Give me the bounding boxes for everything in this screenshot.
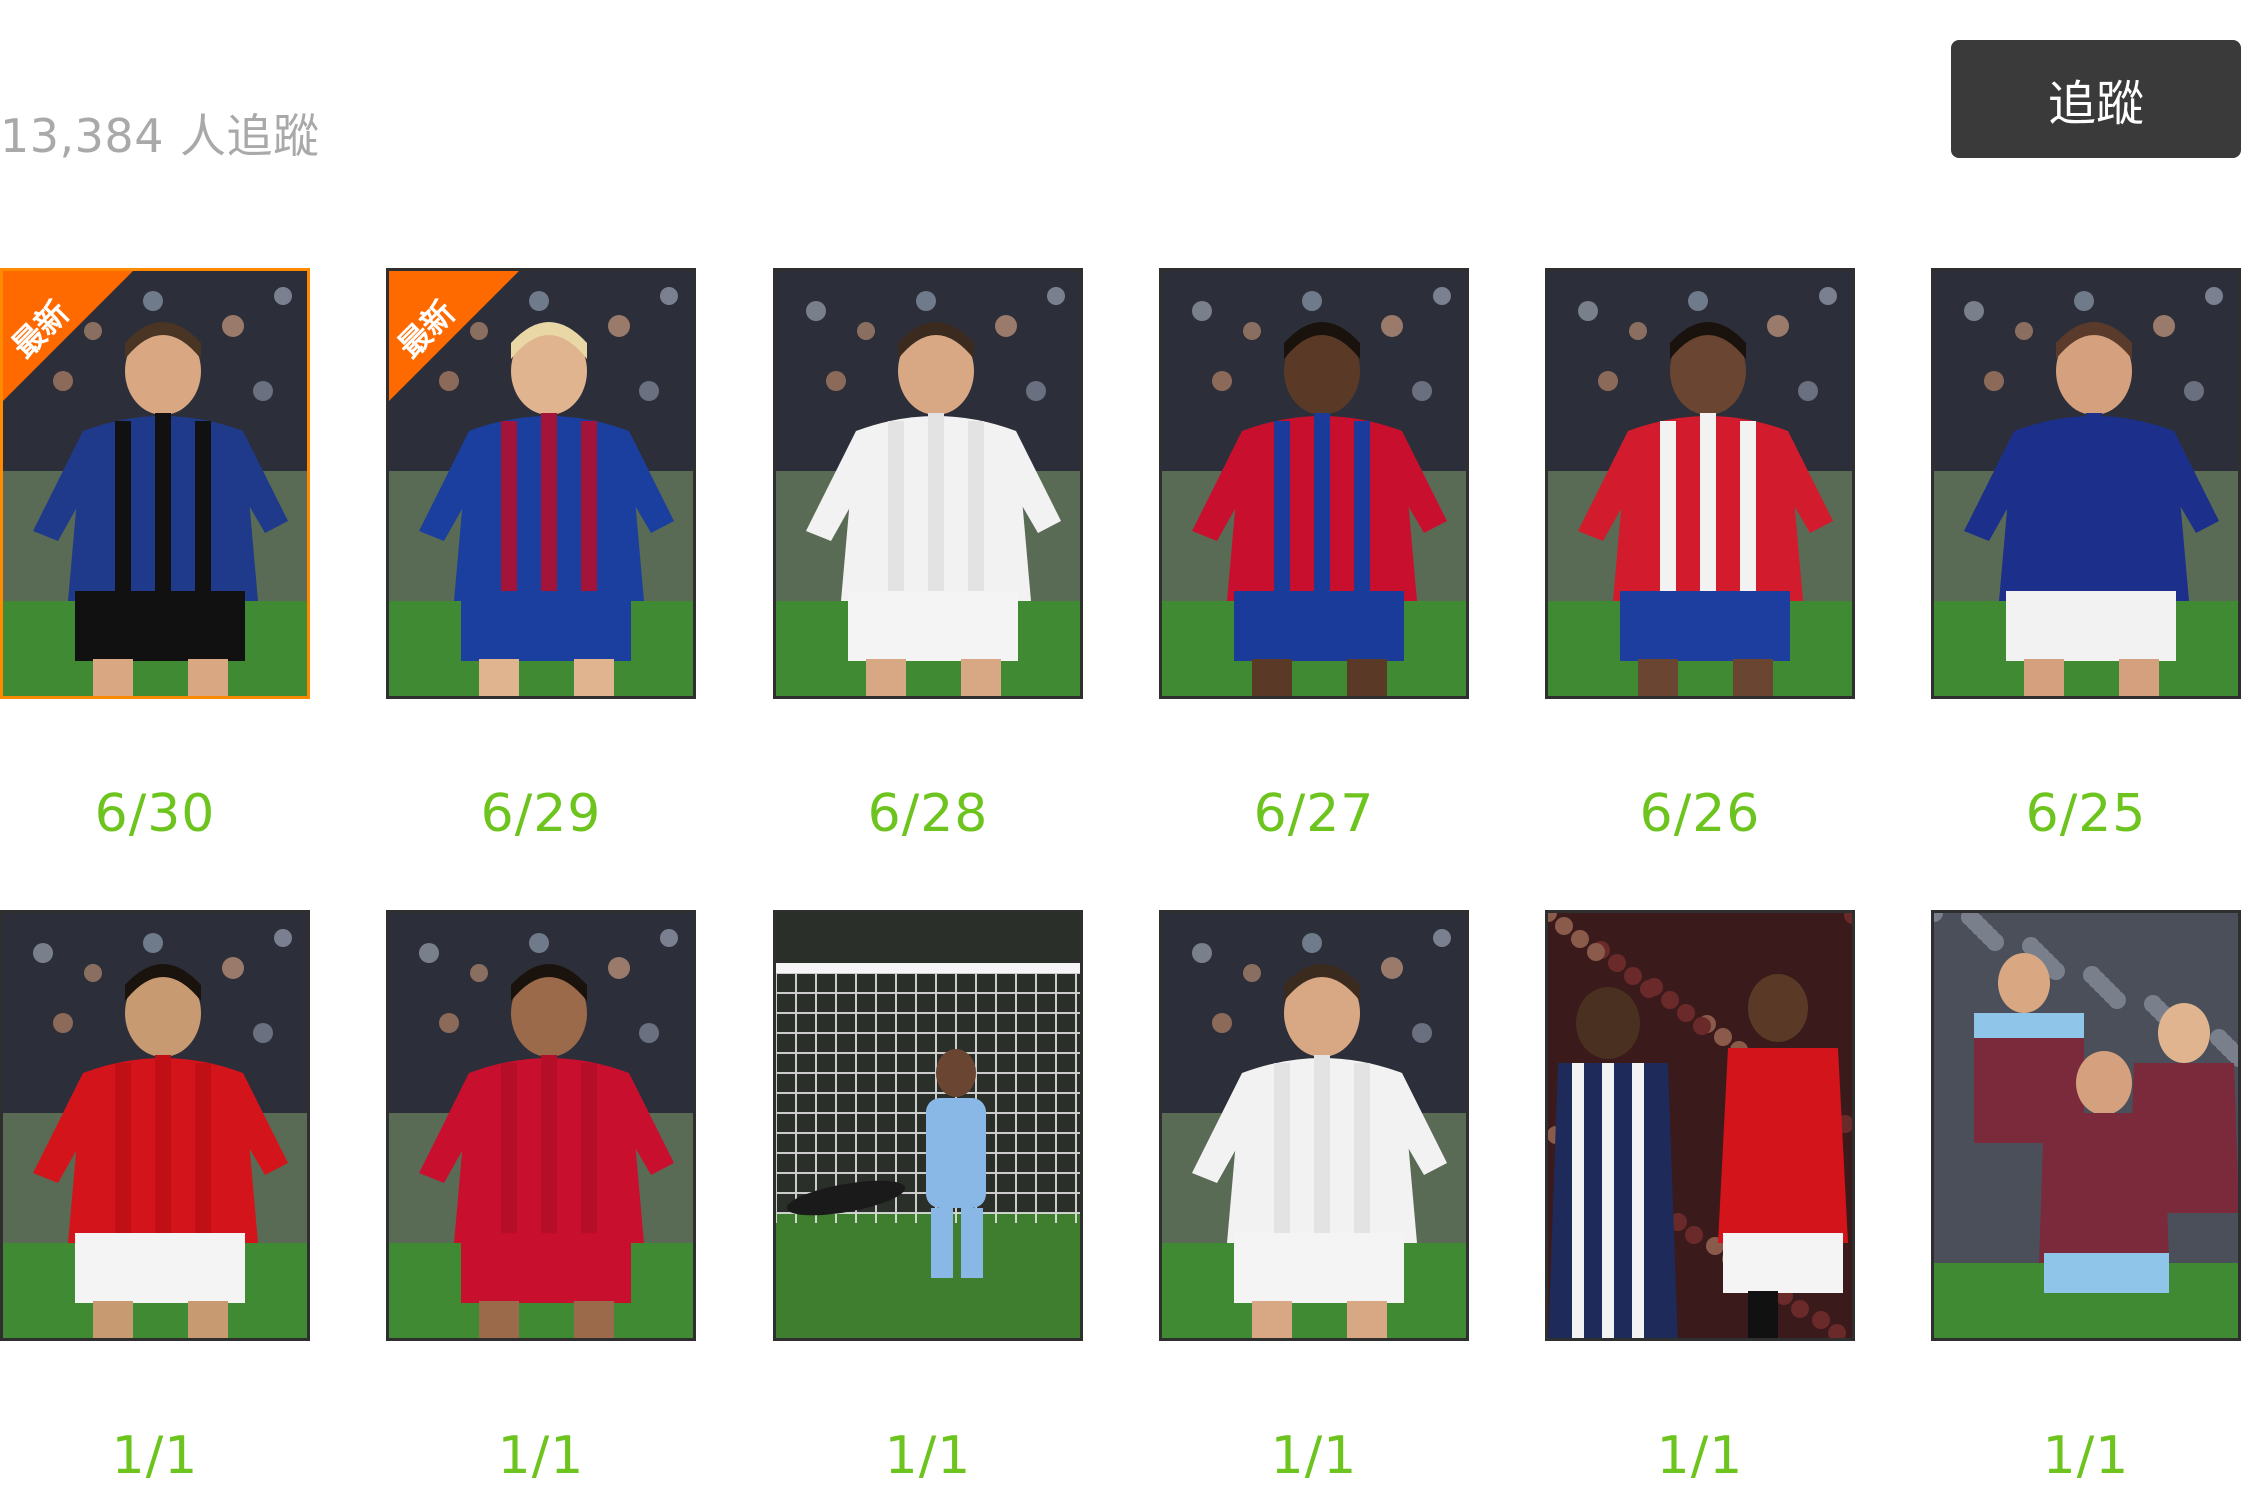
follow-button[interactable]: 追蹤 (1951, 40, 2241, 158)
video-date: 1/1 (497, 1426, 585, 1486)
video-card[interactable]: 最新 6/30 (0, 268, 310, 844)
video-date: 6/28 (867, 784, 989, 844)
new-badge-label: 最新 (4, 293, 77, 366)
video-thumbnail[interactable] (773, 268, 1083, 699)
video-thumbnail[interactable] (1931, 910, 2241, 1341)
video-thumbnail[interactable] (1159, 268, 1469, 699)
thumbnail-image (1934, 913, 2238, 1338)
follower-count-label: 人追蹤 (179, 109, 320, 163)
video-thumbnail[interactable] (1545, 268, 1855, 699)
video-card[interactable]: 6/26 (1545, 268, 1855, 844)
thumbnail-image (1162, 271, 1466, 696)
thumbnail-image (3, 913, 307, 1338)
video-thumbnail[interactable]: 最新 (0, 268, 310, 699)
new-badge: 最新 (3, 271, 133, 401)
video-date: 1/1 (884, 1426, 972, 1486)
thumbnail-image (776, 913, 1080, 1338)
video-card[interactable]: 1/1 (1159, 910, 1469, 1486)
video-date: 1/1 (1270, 1426, 1358, 1486)
video-card[interactable]: 1/1 (1931, 910, 2241, 1486)
video-thumbnail[interactable] (386, 910, 696, 1341)
video-date: 1/1 (1656, 1426, 1744, 1486)
video-card[interactable]: 最新 6/29 (386, 268, 696, 844)
video-card[interactable]: 1/1 (0, 910, 310, 1486)
thumbnail-image (1548, 271, 1852, 696)
video-date: 6/25 (2025, 784, 2147, 844)
video-date: 1/1 (2042, 1426, 2130, 1486)
thumbnail-image (776, 271, 1080, 696)
video-thumbnail[interactable] (1931, 268, 2241, 699)
video-thumbnail[interactable] (1545, 910, 1855, 1341)
video-date: 6/27 (1253, 784, 1375, 844)
new-badge-label: 最新 (390, 293, 463, 366)
page: 13,384 人追蹤 追蹤 最新 6/30 最新 6/29 6/28 6/27 … (0, 0, 2248, 1486)
thumbnail-image (389, 913, 693, 1338)
new-badge: 最新 (389, 271, 519, 401)
video-card[interactable]: 1/1 (386, 910, 696, 1486)
video-thumbnail[interactable]: 最新 (386, 268, 696, 699)
video-card[interactable]: 6/27 (1159, 268, 1469, 844)
video-date: 1/1 (111, 1426, 199, 1486)
video-card[interactable]: 6/25 (1931, 268, 2241, 844)
video-card[interactable]: 6/28 (773, 268, 1083, 844)
follower-count: 13,384 人追蹤 (0, 100, 319, 166)
thumbnail-image (1934, 271, 2238, 696)
thumbnail-image (1548, 913, 1852, 1338)
video-date: 6/29 (480, 784, 602, 844)
follower-count-number: 13,384 (0, 109, 164, 163)
thumbnail-image (1162, 913, 1466, 1338)
video-date: 6/26 (1639, 784, 1761, 844)
video-date: 6/30 (94, 784, 216, 844)
video-card[interactable]: 1/1 (773, 910, 1083, 1486)
video-thumbnail[interactable] (1159, 910, 1469, 1341)
video-thumbnail[interactable] (773, 910, 1083, 1341)
video-card[interactable]: 1/1 (1545, 910, 1855, 1486)
video-thumbnail[interactable] (0, 910, 310, 1341)
